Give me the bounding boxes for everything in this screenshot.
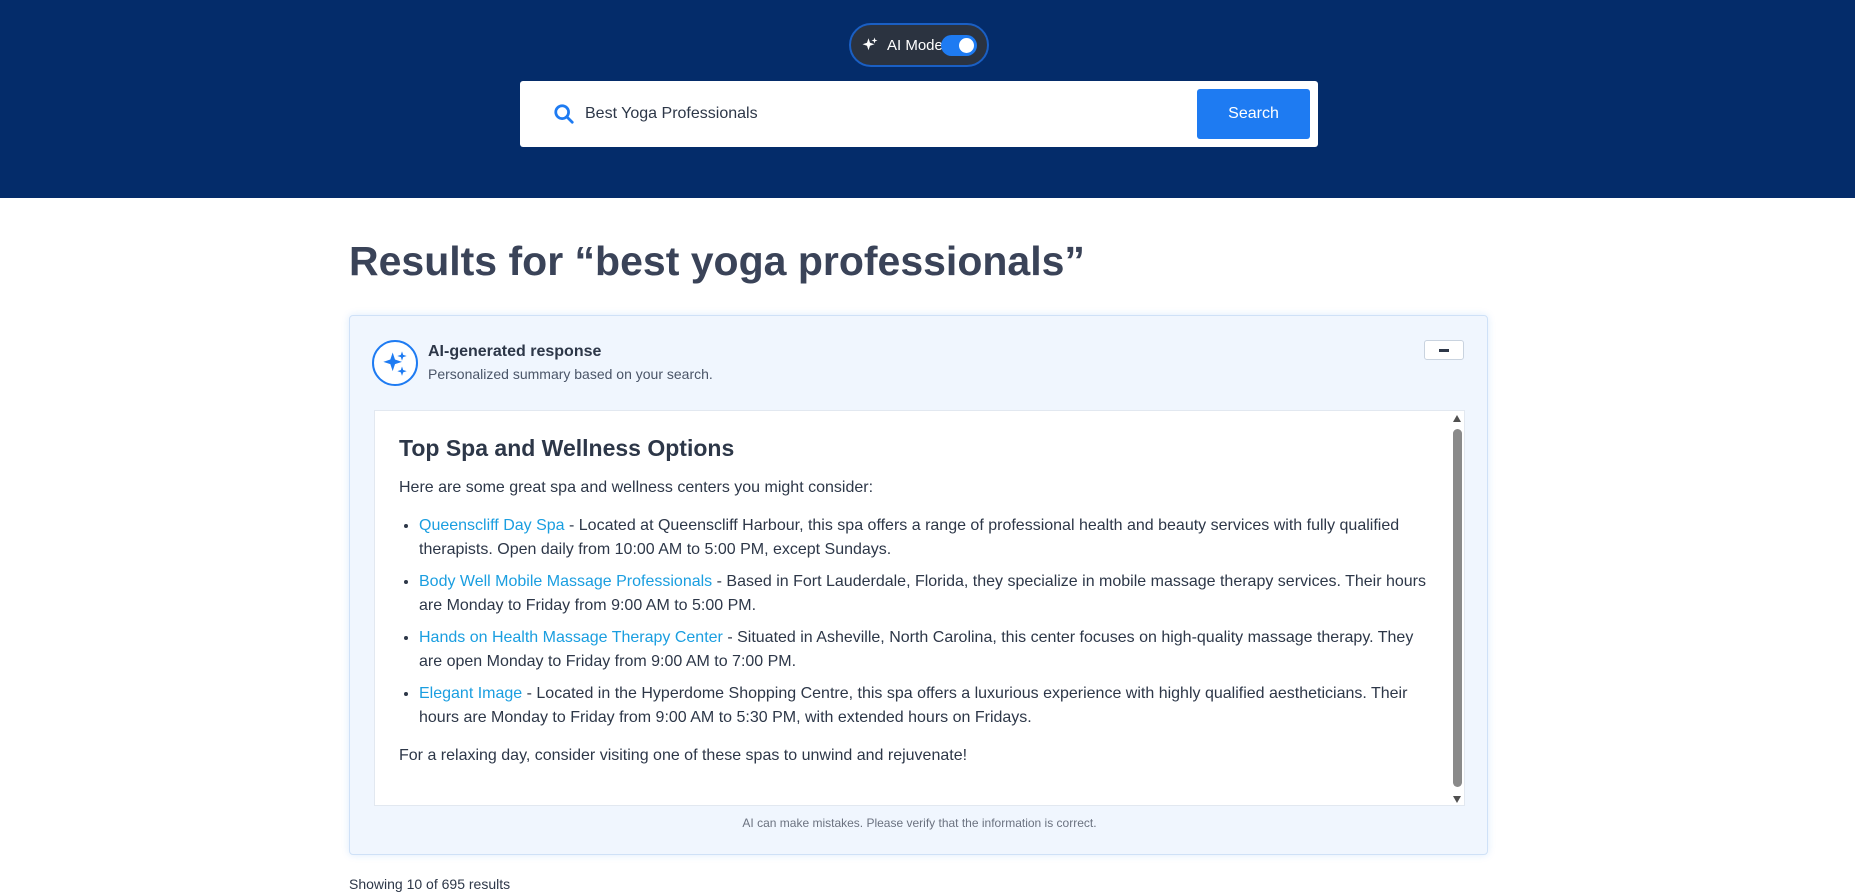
content-closing: For a relaxing day, consider visiting on… xyxy=(399,747,968,764)
result-link[interactable]: Hands on Health Massage Therapy Center xyxy=(419,629,723,646)
sparkle-icon xyxy=(383,351,407,376)
ai-mode-label: AI Mode xyxy=(887,36,943,54)
ai-mode-switch[interactable] xyxy=(941,35,977,56)
list-item: Hands on Health Massage Therapy Center -… xyxy=(419,626,1429,674)
results-count: Showing 10 of 695 results xyxy=(349,876,511,892)
list-item: Body Well Mobile Massage Professionals -… xyxy=(419,570,1429,618)
ai-response-content[interactable]: Top Spa and Wellness Options Here are so… xyxy=(374,410,1465,806)
list-item-text: - Located at Queenscliff Harbour, this s… xyxy=(419,517,1400,558)
search-input[interactable] xyxy=(585,99,1185,129)
list-item-text: - Located in the Hyperdome Shopping Cent… xyxy=(419,685,1408,726)
scroll-up-arrow-icon[interactable] xyxy=(1453,415,1461,422)
collapse-button[interactable] xyxy=(1424,340,1464,360)
ai-response-heading: AI-generated response xyxy=(428,343,602,360)
search-box: Search xyxy=(520,81,1318,147)
scrollbar[interactable] xyxy=(1450,411,1464,805)
ai-response-body: Top Spa and Wellness Options Here are so… xyxy=(399,435,1429,768)
search-button[interactable]: Search xyxy=(1197,89,1310,139)
scroll-down-arrow-icon[interactable] xyxy=(1453,796,1461,803)
sparkle-icon xyxy=(862,37,878,51)
list-item: Elegant Image - Located in the Hyperdome… xyxy=(419,682,1429,730)
ai-avatar xyxy=(372,340,418,386)
ai-response-subheading: Personalized summary based on your searc… xyxy=(428,366,713,382)
results-title: Results for “best yoga professionals” xyxy=(349,238,1085,284)
search-icon xyxy=(554,104,574,124)
recommendation-list: Queenscliff Day Spa - Located at Queensc… xyxy=(399,514,1429,730)
header-bar: AI Mode Search xyxy=(0,0,1855,198)
ai-response-panel: AI-generated response Personalized summa… xyxy=(349,315,1488,855)
result-link[interactable]: Elegant Image xyxy=(419,685,522,702)
scrollbar-thumb[interactable] xyxy=(1453,429,1462,787)
ai-mode-switch-knob xyxy=(959,38,974,53)
ai-mode-toggle[interactable]: AI Mode xyxy=(849,23,989,67)
list-item: Queenscliff Day Spa - Located at Queensc… xyxy=(419,514,1429,562)
minus-icon xyxy=(1439,348,1449,352)
result-link[interactable]: Queenscliff Day Spa xyxy=(419,517,565,534)
content-intro: Here are some great spa and wellness cen… xyxy=(399,479,874,496)
ai-disclaimer: AI can make mistakes. Please verify that… xyxy=(742,816,1097,830)
content-title: Top Spa and Wellness Options xyxy=(399,435,735,461)
result-link[interactable]: Body Well Mobile Massage Professionals xyxy=(419,573,712,590)
